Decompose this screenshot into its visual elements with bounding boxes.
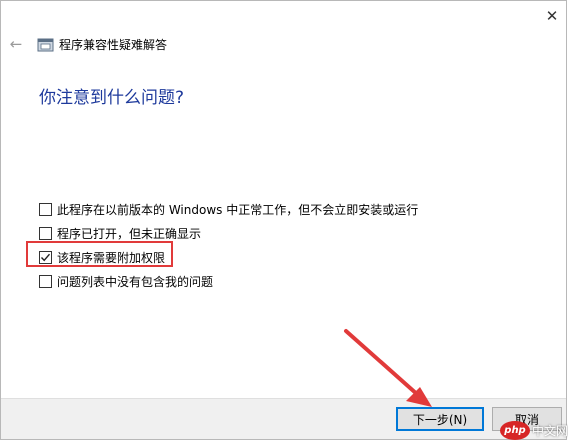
troubleshooter-window: ✕ ← 程序兼容性疑难解答 你注意到什么问题? 此程序在以前版本的 Window…: [0, 0, 567, 440]
checkbox[interactable]: [39, 274, 52, 288]
watermark: php 中文网: [500, 420, 568, 441]
highlight-box: [26, 241, 173, 267]
troubleshooter-app-icon: [37, 38, 54, 52]
watermark-text: 中文网: [532, 424, 568, 438]
option-label: 程序已打开，但未正确显示: [57, 226, 202, 241]
close-button[interactable]: ✕: [541, 5, 563, 27]
option-label: 问题列表中没有包含我的问题: [57, 274, 214, 289]
option-label: 此程序在以前版本的 Windows 中正常工作，但不会立即安装或运行: [57, 202, 419, 217]
page-heading: 你注意到什么问题?: [39, 88, 185, 108]
window-title: 程序兼容性疑难解答: [59, 38, 168, 52]
close-icon: ✕: [545, 7, 559, 25]
option-problem-not-listed[interactable]: 问题列表中没有包含我的问题: [39, 269, 418, 293]
checkbox[interactable]: [39, 226, 52, 240]
next-button[interactable]: 下一步(N): [396, 407, 484, 431]
back-button[interactable]: ←: [7, 35, 25, 53]
checkbox[interactable]: [39, 202, 52, 216]
back-arrow-icon: ←: [9, 35, 23, 53]
option-works-in-older-windows[interactable]: 此程序在以前版本的 Windows 中正常工作，但不会立即安装或运行: [39, 197, 418, 221]
php-logo: php: [500, 421, 530, 440]
